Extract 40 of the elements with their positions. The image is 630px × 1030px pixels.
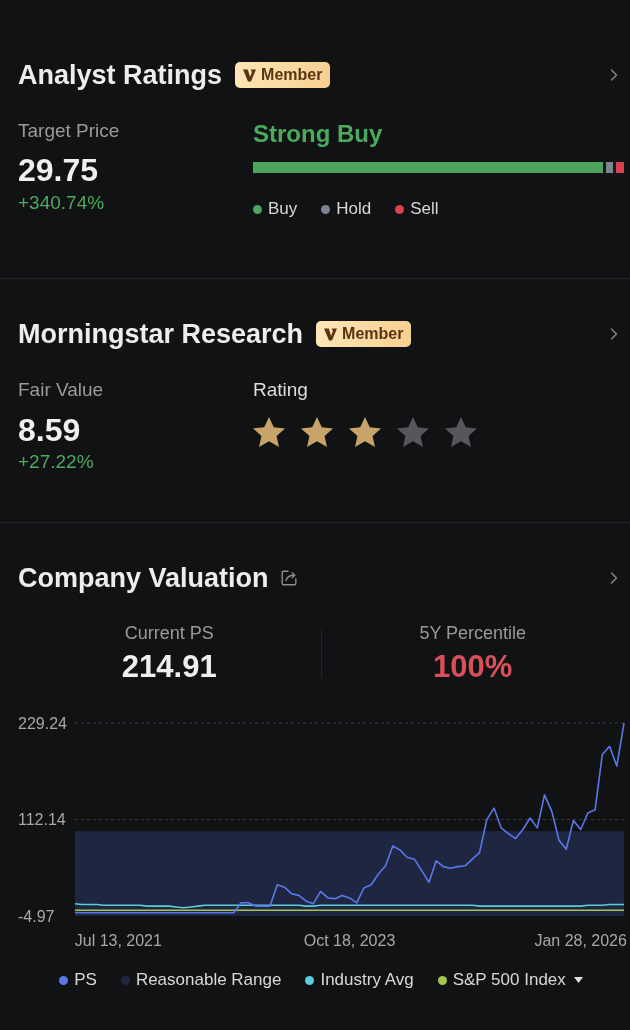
logo-icon: [243, 68, 257, 82]
star-icon: [349, 417, 381, 447]
price-change: +340.74%: [18, 191, 105, 215]
star-icon: [253, 417, 285, 447]
legend-label: Hold: [336, 198, 372, 220]
fair-value-label: Fair Value: [18, 378, 104, 402]
star-icon: [301, 417, 333, 447]
rating-label: Rating: [253, 378, 308, 402]
index-dropdown[interactable]: S&P 500 Index: [437, 969, 583, 991]
caret-down-icon: [573, 977, 583, 983]
legend-label: Industry Avg: [320, 969, 414, 991]
legend-label: Sell: [410, 198, 439, 220]
metric-value: 100%: [433, 648, 513, 686]
x-axis-label: Oct 18, 2023: [303, 931, 396, 949]
metric-label: Current PS: [124, 622, 214, 645]
section-title: Analyst Ratings: [18, 59, 223, 92]
member-label: Member: [342, 324, 404, 344]
logo-icon: [324, 327, 338, 341]
target-price-label: Target Price: [18, 119, 120, 143]
section-title: Company Valuation: [18, 562, 269, 595]
star-icon: [445, 417, 477, 447]
consensus-rating: Strong Buy: [253, 119, 383, 149]
target-price-value: 29.75: [18, 152, 99, 188]
member-label: Member: [261, 65, 323, 85]
y-axis-label: 112.14: [18, 811, 66, 828]
fair-value: 8.59: [18, 412, 81, 448]
legend-label: Reasonable Range: [135, 969, 282, 991]
y-axis-label: 229.24: [18, 714, 67, 732]
legend-label: Buy: [268, 198, 298, 220]
legend-label: PS: [74, 969, 97, 991]
y-axis-label: -4.97: [18, 907, 55, 925]
section-title: Morningstar Research: [18, 318, 304, 351]
x-axis-label: Jul 13, 2021: [74, 931, 162, 949]
x-axis-label: Jan 28, 2026: [534, 931, 627, 949]
bar-segment: [605, 162, 613, 173]
share-icon[interactable]: [280, 570, 297, 586]
star-icon: [397, 417, 429, 447]
metric-label: 5Y Percentile: [419, 622, 527, 645]
metric-value: 214.91: [121, 648, 217, 686]
value-change: +27.22%: [18, 450, 94, 474]
